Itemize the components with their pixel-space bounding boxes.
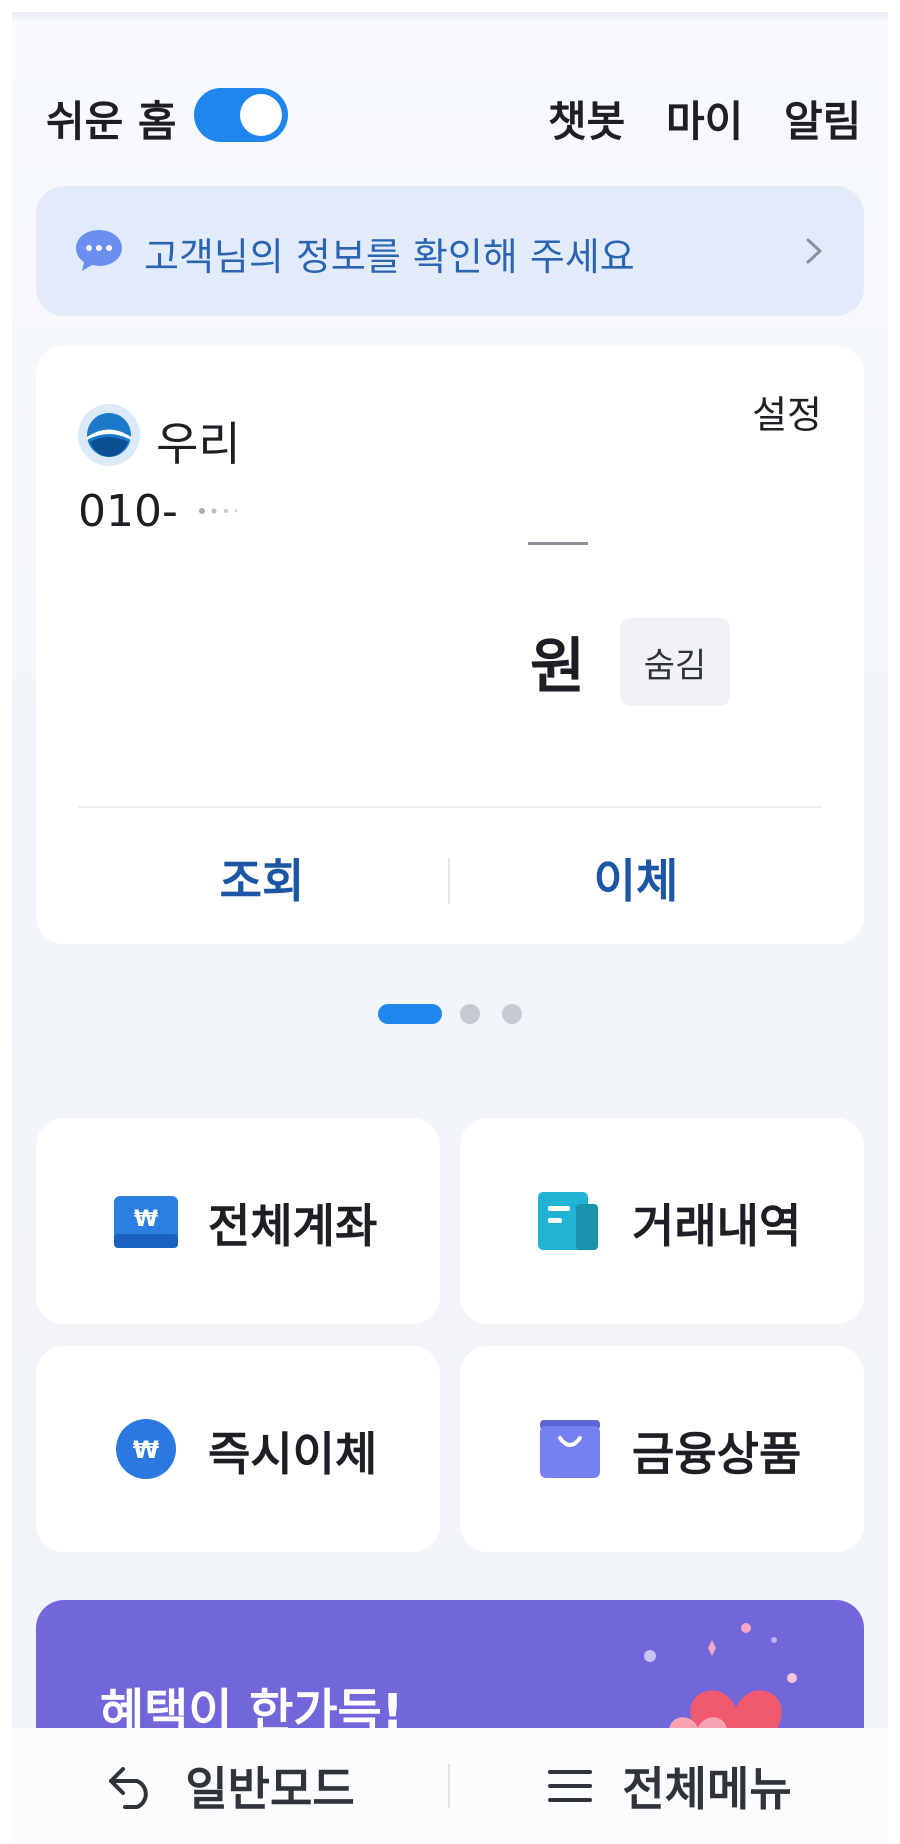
woori-bank-logo (78, 404, 140, 466)
transfer-button[interactable]: 이체 (450, 812, 822, 944)
won-coin-icon: ₩ (116, 1419, 176, 1479)
undo-arrow-icon (109, 1767, 149, 1809)
chatbot-link[interactable]: 챗봇 (548, 88, 625, 149)
won-wallet-icon: ₩ (114, 1196, 178, 1248)
svg-text:₩: ₩ (133, 1436, 160, 1464)
masked-digits (199, 508, 238, 514)
toggle-knob (240, 94, 282, 136)
status-bar-edge (12, 12, 888, 22)
card-divider (78, 806, 822, 808)
account-number: 010- (78, 486, 178, 537)
svg-text:₩: ₩ (134, 1207, 158, 1232)
notice-text: 고객님의 정보를 확인해 주세요 (144, 235, 635, 279)
account-card: 우리 설정 010- 원 숨김 조회 이체 (36, 346, 864, 944)
easy-home-toggle[interactable] (194, 88, 288, 142)
full-menu-label: 전체메뉴 (622, 1762, 792, 1816)
easy-home-label: 쉬운 홈 (46, 97, 177, 146)
full-menu-button[interactable]: 전체메뉴 (450, 1728, 888, 1844)
shopping-bag-icon (540, 1420, 600, 1478)
tile-label: 금융상품 (632, 1427, 802, 1481)
instant-transfer-tile[interactable]: ₩ 즉시이체 (36, 1346, 440, 1552)
inquiry-button[interactable]: 조회 (76, 812, 448, 944)
currency-unit: 원 (530, 632, 586, 702)
pager-dot[interactable] (502, 1004, 522, 1024)
chevron-right-icon (806, 238, 822, 264)
balance-placeholder (528, 542, 588, 545)
hide-balance-button[interactable]: 숨김 (620, 618, 730, 706)
app-screen: 쉬운 홈 챗봇 마이 알림 고객님의 정보를 확인해 주세요 우리 설정 010… (12, 12, 888, 1844)
normal-mode-label: 일반모드 (185, 1762, 355, 1816)
hamburger-menu-icon (548, 1770, 593, 1802)
bottom-bar: 일반모드 전체메뉴 (12, 1728, 888, 1844)
tile-label: 전체계좌 (208, 1199, 378, 1253)
tile-label: 거래내역 (632, 1199, 802, 1253)
settings-link[interactable]: 설정 (752, 384, 822, 439)
normal-mode-button[interactable]: 일반모드 (12, 1728, 448, 1844)
pager-dot[interactable] (460, 1004, 480, 1024)
bank-name: 우리 (156, 417, 241, 471)
card-pager (378, 1002, 538, 1026)
pager-dot-active[interactable] (378, 1004, 442, 1024)
chat-bubble-icon (76, 230, 122, 271)
financial-products-tile[interactable]: 금융상품 (460, 1346, 864, 1552)
my-link[interactable]: 마이 (666, 88, 743, 149)
tile-label: 즉시이체 (208, 1427, 378, 1481)
info-check-notice[interactable]: 고객님의 정보를 확인해 주세요 (36, 186, 864, 316)
transaction-history-tile[interactable]: 거래내역 (460, 1118, 864, 1324)
all-accounts-tile[interactable]: ₩ 전체계좌 (36, 1118, 440, 1324)
header: 쉬운 홈 챗봇 마이 알림 (46, 74, 866, 154)
document-icon (538, 1192, 598, 1250)
alarm-link[interactable]: 알림 (784, 88, 861, 149)
